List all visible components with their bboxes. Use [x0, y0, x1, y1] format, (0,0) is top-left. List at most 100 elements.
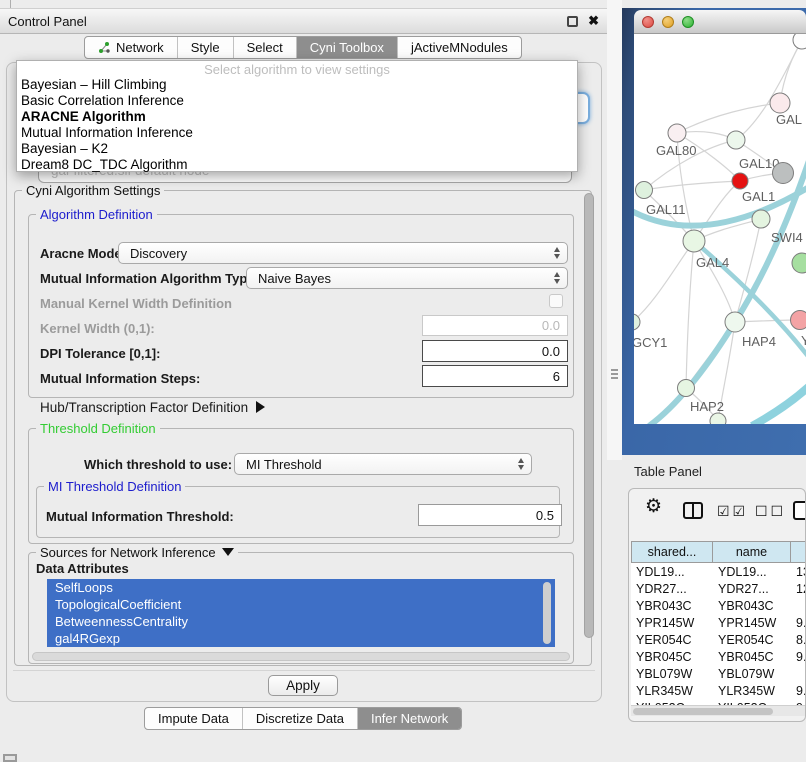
algorithm-option[interactable]: Mutual Information Inference: [17, 125, 577, 141]
tab-jactivemnodules[interactable]: jActiveMNodules: [398, 37, 521, 58]
node-label: HAP4: [742, 334, 776, 349]
network-node[interactable]: [773, 163, 794, 184]
table-row[interactable]: YDL19...YDL19...13: [631, 563, 805, 580]
deselect-all-columns-icon[interactable]: ☐☐: [755, 503, 786, 520]
which-threshold-combo[interactable]: MI Threshold: [234, 453, 532, 475]
column-header-name[interactable]: name: [713, 541, 791, 563]
settings-vertical-scrollbar[interactable]: [584, 193, 594, 638]
aracne-mode-label: Aracne Mode:: [40, 246, 126, 261]
table-cell: 8.: [791, 633, 805, 647]
column-header-partial[interactable]: [791, 541, 806, 563]
minimize-traffic-light-icon[interactable]: [662, 16, 674, 28]
table-row[interactable]: YBR043CYBR043C: [631, 597, 805, 614]
dpi-tolerance-value: 0.0: [542, 344, 560, 359]
network-node-swi4[interactable]: [752, 210, 770, 228]
attribute-list-item[interactable]: SelfLoops: [47, 579, 555, 596]
algorithm-option[interactable]: Basic Correlation Inference: [17, 93, 577, 109]
network-graph[interactable]: GALGAL80GAL10GAL1GAL11GAL4SWI4GCY1HAP4YH…: [634, 34, 806, 424]
table-row[interactable]: YBR045CYBR045C9.: [631, 648, 805, 665]
node-label: GAL80: [656, 143, 696, 158]
mi-threshold-input[interactable]: 0.5: [418, 504, 562, 526]
attribute-list-item[interactable]: TopologicalCoefficient: [47, 596, 555, 613]
tab-label: jActiveMNodules: [411, 40, 508, 55]
network-node-gal80[interactable]: [668, 124, 686, 142]
algorithm-option[interactable]: Dream8 DC_TDC Algorithm: [17, 157, 577, 173]
table-row[interactable]: YPR145WYPR145W9.: [631, 614, 805, 631]
table-cell: YPR145W: [631, 616, 713, 630]
select-all-columns-icon[interactable]: ☑☑: [717, 503, 748, 520]
scrollbar-thumb[interactable]: [633, 708, 773, 715]
table-cell: YDR27...: [631, 582, 713, 596]
table-cell: 9.: [791, 650, 805, 664]
hub-section-toggle[interactable]: Hub/Transcription Factor Definition: [40, 400, 265, 415]
table-cell: YBR043C: [713, 599, 791, 613]
network-node[interactable]: [793, 34, 806, 49]
cyni-settings-group-title: Cyni Algorithm Settings: [22, 183, 164, 198]
table-cell: YBR043C: [631, 599, 713, 613]
bottom-tab-infer-network[interactable]: Infer Network: [358, 708, 461, 729]
network-node-hap2[interactable]: [678, 380, 695, 397]
network-node-gal4[interactable]: [683, 230, 705, 252]
algorithm-option[interactable]: Bayesian – K2: [17, 141, 577, 157]
mini-window-icon[interactable]: [3, 754, 17, 762]
table-cell: YLR345W: [713, 684, 791, 698]
close-icon[interactable]: ✖: [588, 13, 599, 29]
table-settings-gear-icon[interactable]: ⚙: [645, 495, 662, 518]
kernel-width-value: 0.0: [542, 318, 560, 333]
aracne-mode-combo[interactable]: Discovery: [118, 242, 568, 264]
mi-type-combo[interactable]: Naive Bayes: [246, 267, 568, 289]
algorithm-option[interactable]: ARACNE Algorithm: [17, 109, 577, 125]
attribute-list-item[interactable]: gal4RGexp: [47, 630, 555, 647]
attribute-list-item[interactable]: BetweennessCentrality: [47, 613, 555, 630]
control-panel-tabs: NetworkStyleSelectCyni Toolbox jActiveMNo…: [84, 36, 522, 59]
tab-cyni-toolbox[interactable]: Cyni Toolbox: [297, 37, 398, 58]
column-header-shared-name[interactable]: shared...: [631, 541, 713, 563]
table-row[interactable]: YLR345WYLR345W9.: [631, 682, 805, 699]
table-cell: YBL079W: [713, 667, 791, 681]
collapsed-arrow-icon: [256, 401, 265, 413]
algorithm-option[interactable]: Bayesian – Hill Climbing: [17, 77, 577, 93]
mi-steps-input[interactable]: 6: [422, 365, 568, 387]
network-node-gal[interactable]: [770, 93, 790, 113]
tab-label: Discretize Data: [256, 711, 344, 726]
data-attributes-list[interactable]: SelfLoopsTopologicalCoefficientBetweenne…: [47, 579, 555, 647]
tab-network[interactable]: Network: [85, 37, 178, 58]
table-horizontal-scrollbar[interactable]: [631, 705, 805, 716]
list-horizontal-scrollbar[interactable]: [32, 652, 570, 661]
network-node-y[interactable]: [791, 311, 806, 330]
zoom-traffic-light-icon[interactable]: [682, 16, 694, 28]
data-attributes-label: Data Attributes: [36, 561, 129, 576]
network-node-gal1[interactable]: [732, 173, 748, 189]
apply-button[interactable]: Apply: [268, 675, 338, 696]
float-window-icon[interactable]: [567, 16, 578, 27]
network-node[interactable]: [792, 253, 806, 273]
network-node[interactable]: [710, 413, 726, 424]
network-node-gal11[interactable]: [636, 182, 653, 199]
split-columns-icon[interactable]: [683, 502, 703, 519]
network-view-canvas[interactable]: GALGAL80GAL10GAL1GAL11GAL4SWI4GCY1HAP4YH…: [634, 34, 806, 424]
network-node-gal10[interactable]: [727, 131, 745, 149]
table-row[interactable]: YER054CYER054C8.: [631, 631, 805, 648]
tab-select[interactable]: Select: [234, 37, 297, 58]
dpi-tolerance-input[interactable]: 0.0: [422, 340, 568, 362]
manual-kernel-checkbox[interactable]: [549, 294, 563, 308]
table-cell: YDL19...: [631, 565, 713, 579]
network-node-hap4[interactable]: [725, 312, 745, 332]
bottom-tab-discretize-data[interactable]: Discretize Data: [243, 708, 358, 729]
tab-style[interactable]: Style: [178, 37, 234, 58]
table-row[interactable]: YDR27...YDR27...12: [631, 580, 805, 597]
splitter-grip[interactable]: [611, 369, 618, 381]
bottom-tab-impute-data[interactable]: Impute Data: [145, 708, 243, 729]
sources-group-title[interactable]: Sources for Network Inference: [36, 545, 238, 560]
node-label: GAL11: [646, 202, 686, 217]
kernel-width-input[interactable]: 0.0: [422, 315, 568, 336]
list-vertical-scrollbar[interactable]: [543, 582, 551, 644]
table-cell: YBR045C: [713, 650, 791, 664]
algorithm-dropdown-popup: Select algorithm to view settings Bayesi…: [16, 60, 578, 172]
export-table-icon[interactable]: [793, 501, 806, 520]
network-node-gcy1[interactable]: [634, 314, 640, 330]
close-traffic-light-icon[interactable]: [642, 16, 654, 28]
mi-type-value: Naive Bayes: [258, 271, 331, 286]
table-row[interactable]: YBL079WYBL079W: [631, 665, 805, 682]
mi-threshold-group-title: MI Threshold Definition: [44, 479, 185, 494]
